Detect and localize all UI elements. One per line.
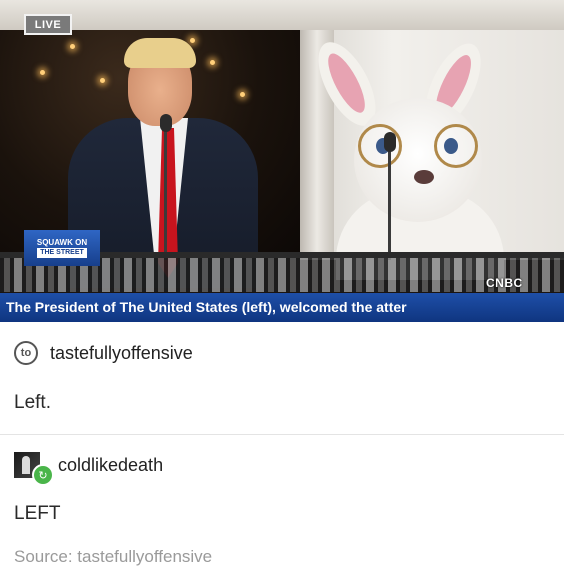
microphone-stand: [164, 130, 167, 260]
live-badge: LIVE: [24, 14, 72, 35]
post-body: LEFT: [14, 503, 61, 524]
network-logo: CNBC: [486, 276, 523, 290]
chandelier-light: [100, 78, 105, 83]
microphone: [384, 132, 396, 152]
reblog-icon: ↻: [32, 464, 54, 486]
bunny-nose: [414, 170, 434, 184]
post-divider: [0, 434, 564, 435]
speaker-hair: [124, 38, 196, 68]
post-header: to tastefullyoffensive: [14, 341, 193, 365]
chandelier-light: [190, 38, 195, 43]
show-logo-bottom: THE STREET: [37, 248, 87, 258]
avatar[interactable]: to: [14, 341, 38, 365]
news-chyron: The President of The United States (left…: [0, 293, 564, 322]
video-still: LIVE SQUAWK ON THE STREET CNBC The Presi…: [0, 0, 564, 322]
column: [300, 0, 334, 260]
post-body: Left.: [14, 392, 51, 413]
chandelier-light: [40, 70, 45, 75]
bunny-eye-right: [444, 138, 458, 154]
microphone: [160, 114, 172, 132]
show-logo: SQUAWK ON THE STREET: [24, 230, 100, 266]
post-header: ↻ coldlikedeath: [14, 452, 163, 486]
source-attribution[interactable]: Source: tastefullyoffensive: [14, 547, 212, 567]
username-link[interactable]: coldlikedeath: [58, 455, 163, 476]
avatar[interactable]: ↻: [14, 452, 54, 486]
microphone-stand: [388, 150, 391, 260]
doorway-trim: [0, 0, 564, 30]
chandelier-light: [210, 60, 215, 65]
username-link[interactable]: tastefullyoffensive: [50, 343, 193, 364]
chandelier-light: [240, 92, 245, 97]
chandelier-light: [70, 44, 75, 49]
show-logo-top: SQUAWK ON: [36, 238, 88, 247]
